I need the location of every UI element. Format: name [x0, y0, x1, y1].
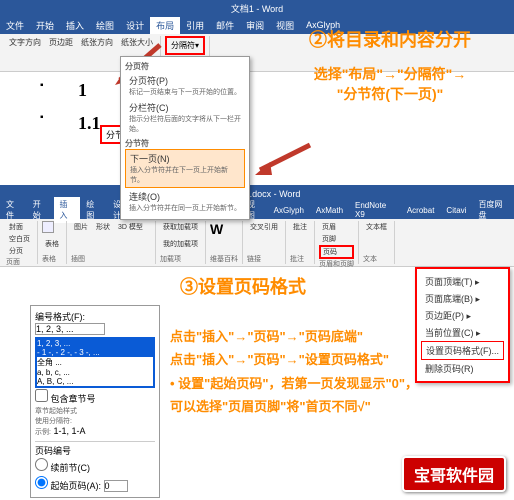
btn-footer[interactable]: 页脚	[319, 233, 354, 245]
annotation-3-title: ③设置页码格式	[180, 275, 306, 300]
tab2-insert[interactable]: 插入	[54, 197, 81, 223]
pm-margin[interactable]: 页边距(P) ▸	[421, 307, 504, 324]
tab-review[interactable]: 审阅	[240, 17, 270, 34]
tab-mail[interactable]: 邮件	[210, 17, 240, 34]
btn-myaddins[interactable]: 我的加载项	[160, 238, 201, 250]
btn-xref[interactable]: 交叉引用	[247, 221, 281, 233]
btn-cover[interactable]: 封面	[6, 221, 33, 233]
ribbon-bottom: 封面空白页分页页面 表格表格 图片形状3D 模型插图 获取加载项我的加载项加载项…	[0, 219, 514, 267]
table-icon[interactable]	[42, 221, 54, 233]
tab2-citavi[interactable]: Citavi	[440, 204, 472, 217]
chk-chapter[interactable]: 包含章节号	[35, 388, 155, 406]
tab-draw[interactable]: 绘图	[90, 17, 120, 34]
inp-startat[interactable]	[104, 480, 128, 492]
btn-text-dir[interactable]: 文字方向	[6, 36, 44, 49]
num-header: 页码编号	[35, 441, 155, 457]
btn-shapes[interactable]: 形状	[93, 221, 113, 233]
btn-header[interactable]: 页眉	[319, 221, 354, 233]
pm-remove[interactable]: 删除页码(R)	[421, 360, 504, 377]
btn-pic[interactable]: 图片	[71, 221, 91, 233]
tab-ref[interactable]: 引用	[180, 17, 210, 34]
btn-margins[interactable]: 页边距	[46, 36, 76, 49]
tab2-file[interactable]: 文件	[0, 197, 27, 223]
item-continuous[interactable]: 连续(O)插入分节符并在同一页上开始新节。	[125, 188, 245, 215]
pagenum-format-dialog: 编号格式(F): 1, 2, 3, ... - 1 -, - 2 -, - 3 …	[30, 305, 160, 498]
pm-bottom[interactable]: 页面底端(B) ▸	[421, 290, 504, 307]
dropdown-header: 分页符	[125, 61, 245, 72]
radio-continue[interactable]: 续前节(C)	[35, 457, 155, 475]
tab2-draw[interactable]: 绘图	[80, 197, 107, 223]
pm-format[interactable]: 设置页码格式(F)...	[421, 341, 504, 360]
watermark: 宝哥软件园	[402, 456, 506, 492]
btn-addins[interactable]: 获取加载项	[160, 221, 201, 233]
titlebar-top: 文档1 - Word	[0, 0, 514, 16]
btn-pagenum[interactable]: 页码	[319, 245, 354, 259]
arrow-2	[250, 140, 320, 180]
btn-breaks[interactable]: 分隔符▾	[165, 36, 205, 55]
btn-pagebreak[interactable]: 分页	[6, 245, 33, 257]
tab2-endnote[interactable]: EndNote X9	[349, 199, 401, 221]
tab-file[interactable]: 文件	[0, 17, 30, 34]
item-column-break[interactable]: 分栏符(C)指示分栏符后面的文字将从下一栏开始。	[125, 99, 245, 136]
tab-home[interactable]: 开始	[30, 17, 60, 34]
annotation-2: ②将目录和内容分开 选择"布局"→"分隔符"→ "分节符(下一页)"	[270, 28, 510, 104]
tab2-acrobat[interactable]: Acrobat	[401, 204, 441, 217]
lbl-numfmt: 编号格式(F):	[35, 312, 85, 322]
pm-current[interactable]: 当前位置(C) ▸	[421, 324, 504, 341]
breaks-dropdown: 分页符 分页符(P)标记一页结束与下一页开始的位置。 分栏符(C)指示分栏符后面…	[120, 56, 250, 220]
inp-numfmt[interactable]	[35, 323, 105, 335]
btn-comment[interactable]: 批注	[290, 221, 310, 233]
tab2-baidu[interactable]: 百度网盘	[472, 197, 514, 223]
btn-table[interactable]: 表格	[42, 238, 62, 250]
tab2-home[interactable]: 开始	[27, 197, 54, 223]
tabs-bottom: 文件 开始 插入 绘图 设计 布局 引用 邮件 审阅 视图 AxGlyph Ax…	[0, 201, 514, 219]
btn-smartart[interactable]: 3D 模型	[115, 221, 146, 233]
tab2-axglyph[interactable]: AxGlyph	[268, 204, 310, 217]
fmt-dropdown-open[interactable]: 1, 2, 3, ... - 1 -, - 2 -, - 3 -, ... 全角…	[35, 337, 155, 388]
btn-blank[interactable]: 空白页	[6, 233, 33, 245]
lbl-sep: 使用分隔符:	[35, 416, 155, 426]
pm-top[interactable]: 页面顶端(T) ▸	[421, 273, 504, 290]
tab-layout[interactable]: 布局	[150, 17, 180, 34]
pagenum-menu: 页面顶端(T) ▸ 页面底端(B) ▸ 页边距(P) ▸ 当前位置(C) ▸ 设…	[415, 267, 510, 383]
tab-design[interactable]: 设计	[120, 17, 150, 34]
section-header: 分节符	[125, 138, 245, 149]
item-next-page[interactable]: 下一页(N)插入分节符并在下一页上开始新节。	[125, 149, 245, 188]
item-page-break[interactable]: 分页符(P)标记一页结束与下一页开始的位置。	[125, 72, 245, 99]
lbl-chapstart: 章节起始样式	[35, 406, 155, 416]
tab2-axmath[interactable]: AxMath	[310, 204, 349, 217]
chevron-down-icon: ▾	[195, 41, 199, 50]
wiki-icon[interactable]: W	[210, 221, 238, 237]
radio-startat[interactable]: 起始页码(A):	[35, 475, 155, 493]
btn-textbox[interactable]: 文本框	[363, 221, 390, 233]
tab-insert[interactable]: 插入	[60, 17, 90, 34]
